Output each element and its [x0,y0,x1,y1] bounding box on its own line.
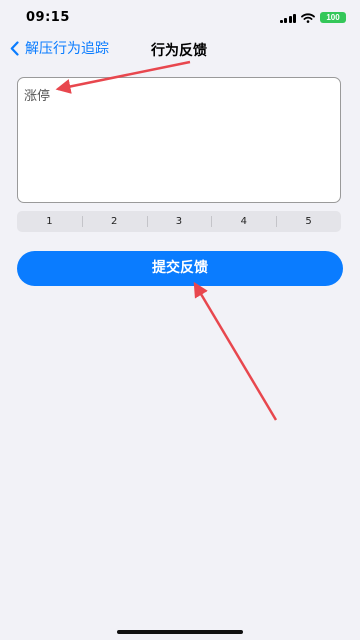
status-time: 09:15 [26,10,70,25]
keyboard-suggestion-bar: 1 2 3 4 5 [17,211,341,232]
battery-indicator: 100 [320,12,346,23]
suggestion-1[interactable]: 1 [17,211,82,232]
submit-feedback-button[interactable]: 提交反馈 [17,251,343,286]
wifi-icon [301,12,315,23]
cellular-signal-icon [279,13,296,23]
suggestion-2[interactable]: 2 [81,211,147,232]
suggestion-5[interactable]: 5 [276,211,341,232]
page-title: 行为反馈 [151,43,207,59]
navigation-bar: 解压行为追踪 行为反馈 [0,34,360,66]
home-indicator [117,630,243,634]
back-chevron-icon [10,40,19,56]
back-button[interactable]: 解压行为追踪 [10,38,109,58]
feedback-text: 涨停 [24,89,51,104]
suggestion-3[interactable]: 3 [146,211,212,232]
status-bar: 09:15 100 [0,0,360,34]
back-label: 解压行为追踪 [25,41,109,57]
annotation-arrow-to-button [193,281,278,421]
feedback-textarea[interactable]: 涨停 [17,77,341,203]
status-icons: 100 [279,12,346,23]
suggestion-4[interactable]: 4 [211,211,276,232]
